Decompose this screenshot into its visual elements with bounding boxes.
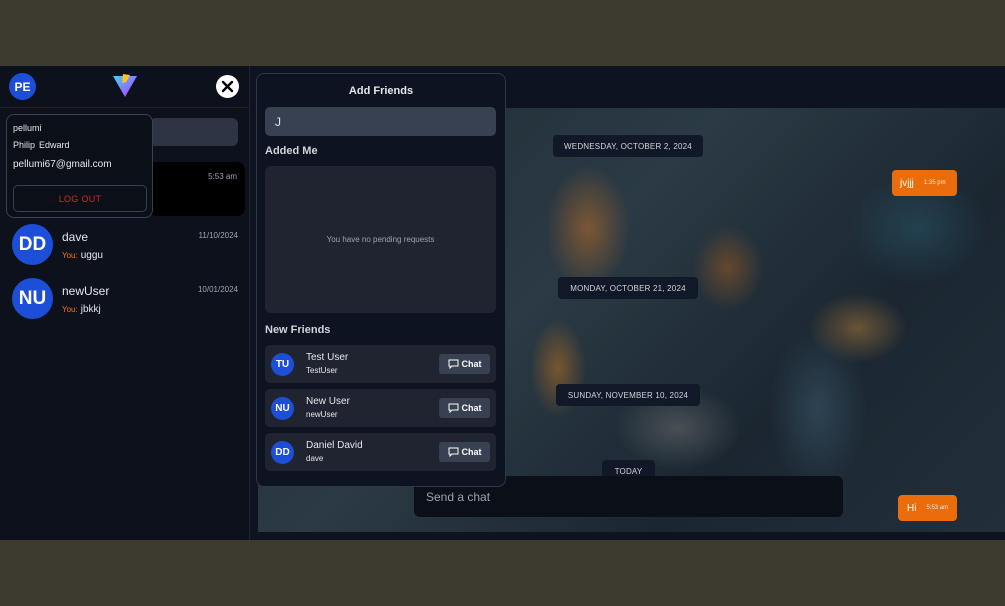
chat-bubble-icon: [448, 447, 458, 457]
profile-avatar[interactable]: PE: [9, 73, 36, 100]
profile-popup: pellumi Philip Edward pellumi67@gmail.com…: [6, 114, 153, 218]
chat-button-label: Chat: [461, 403, 482, 413]
added-me-heading: Added Me: [265, 145, 318, 157]
chat-button[interactable]: Chat: [439, 398, 490, 418]
chat-button[interactable]: Chat: [439, 354, 490, 374]
search-input[interactable]: [150, 118, 238, 146]
pending-requests-box: You have no pending requests: [265, 166, 496, 313]
conversation-date: 10/01/2024: [197, 285, 238, 294]
app-logo-icon: [112, 73, 138, 99]
friend-row: DD Daniel David dave Chat: [265, 433, 496, 471]
close-icon: [221, 80, 234, 93]
conversation-item-active[interactable]: 5:53 am: [148, 162, 245, 216]
friend-name: Test User: [306, 352, 349, 363]
profile-username: pellumi: [13, 123, 42, 133]
friend-username: dave: [306, 454, 324, 463]
close-button[interactable]: [216, 75, 239, 98]
add-friends-title: Add Friends: [348, 85, 414, 97]
avatar: TU: [271, 353, 294, 376]
friend-name: Daniel David: [306, 440, 363, 451]
add-friends-panel: Add Friends Added Me You have no pending…: [256, 73, 506, 487]
you-label: You:: [62, 305, 78, 314]
preview-text: uggu: [80, 250, 103, 261]
friend-username: newUser: [306, 410, 338, 419]
conversation-date: 11/10/2024: [198, 231, 238, 240]
you-label: You:: [62, 251, 78, 260]
chat-bubble-icon: [448, 359, 458, 369]
new-friends-heading: New Friends: [265, 324, 331, 336]
avatar: DD: [12, 224, 53, 265]
friend-row: NU New User newUser Chat: [265, 389, 496, 427]
conversation-preview: You: jbkkj: [62, 304, 101, 315]
profile-first-name: Philip: [13, 140, 36, 150]
avatar: NU: [271, 397, 294, 420]
profile-fullname: Philip Edward: [13, 140, 74, 150]
conversation-item[interactable]: DD dave 11/10/2024 You: uggu: [0, 224, 250, 276]
chat-button-label: Chat: [461, 447, 482, 457]
friend-name: New User: [306, 396, 350, 407]
pending-empty-text: You have no pending requests: [326, 235, 435, 244]
conversation-name: dave: [62, 230, 89, 244]
profile-last-name: Edward: [39, 140, 70, 150]
profile-email: pellumi67@gmail.com: [13, 159, 112, 170]
friend-username: TestUser: [306, 366, 338, 375]
sidebar-header: PE: [0, 66, 250, 108]
chat-button-label: Chat: [461, 359, 482, 369]
conversation-item[interactable]: NU newUser 10/01/2024 You: jbkkj: [0, 278, 250, 330]
conversation-time: 5:53 am: [208, 172, 237, 181]
preview-text: jbkkj: [80, 304, 101, 315]
friend-search-input[interactable]: [265, 107, 496, 136]
avatar: DD: [271, 441, 294, 464]
chat-bubble-icon: [448, 403, 458, 413]
logout-button[interactable]: LOG OUT: [13, 185, 147, 212]
avatar: NU: [12, 278, 53, 319]
conversation-name: newUser: [62, 284, 110, 298]
sidebar: PE 5:53 am DD dave 11/10/2024 You: uggu …: [0, 66, 250, 540]
conversation-preview: You: uggu: [62, 250, 103, 261]
chat-button[interactable]: Chat: [439, 442, 490, 462]
friend-row: TU Test User TestUser Chat: [265, 345, 496, 383]
